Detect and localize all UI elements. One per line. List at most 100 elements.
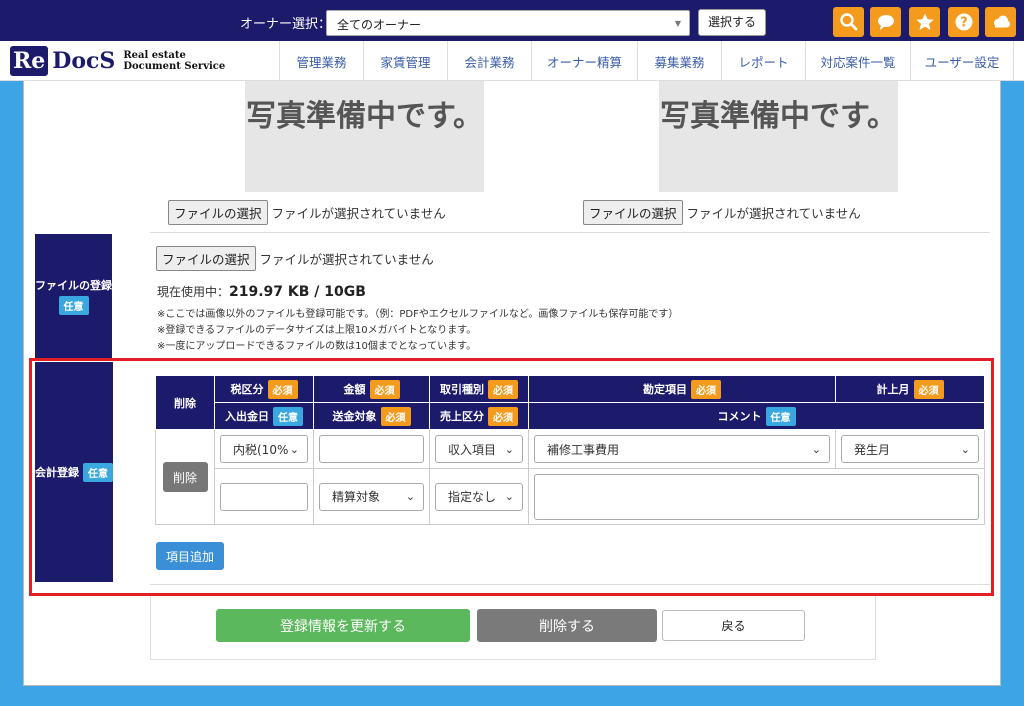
owner-select[interactable]: 全てのオーナー ▼ — [326, 10, 690, 36]
photo-placeholder-left: 写真準備中です。 — [245, 81, 484, 192]
txn-type-select-value: 収入項目 — [448, 442, 497, 457]
photo-file-input-left[interactable]: ファイルの選択 ファイルが選択されていません — [168, 200, 446, 225]
svg-text:?: ? — [960, 16, 968, 31]
nav-item-user-settings[interactable]: ユーザー設定 — [910, 41, 1014, 81]
owner-select-value: 全てのオーナー — [337, 18, 422, 32]
cloud-button[interactable] — [985, 7, 1016, 37]
target-select[interactable]: 精算対象 ⌄ — [319, 482, 424, 511]
redocs-logo[interactable]: Re DocS Real estate Document Service — [10, 45, 225, 77]
chevron-down-icon: ⌄ — [504, 490, 514, 503]
divider — [150, 584, 990, 585]
divider — [150, 358, 990, 359]
file-note-1: ※ここでは画像以外のファイルも登録可能です。（例：PDFやエクセルファイルなど。… — [157, 309, 679, 320]
optional-badge: 任意 — [58, 296, 89, 315]
divider — [150, 232, 990, 233]
logo-subtitle: Real estate Document Service — [123, 50, 225, 72]
sales-cell: 指定なし ⌄ — [429, 468, 529, 525]
update-button[interactable]: 登録情報を更新する — [216, 609, 470, 642]
delete-button[interactable]: 削除する — [477, 609, 657, 642]
nav-item-report[interactable]: レポート — [721, 41, 805, 81]
nav-item-recruitment[interactable]: 募集業務 — [637, 41, 721, 81]
file-note-3: ※一度にアップロードできるファイルの数は10個までとなっています。 — [157, 341, 477, 352]
account-select[interactable]: 補修工事費用 ⌄ — [534, 435, 830, 463]
no-file-text: ファイルが選択されていません — [259, 252, 434, 267]
txn-type-cell: 収入項目 ⌄ — [429, 429, 529, 469]
file-input[interactable]: ファイルの選択 ファイルが選択されていません — [156, 246, 434, 271]
logo-subtitle-line1: Real estate — [123, 50, 186, 61]
chevron-down-icon: ⌄ — [405, 490, 415, 503]
required-badge: 必須 — [369, 379, 400, 399]
header-date: 入出金日 任意 — [214, 402, 314, 430]
header-tax: 税区分 必須 — [214, 375, 314, 403]
logo-subtitle-line2: Document Service — [123, 61, 226, 72]
tax-select[interactable]: 内税(10% ⌄ — [220, 435, 308, 463]
target-cell: 精算対象 ⌄ — [313, 468, 430, 525]
file-section-title: ファイルの登録 — [35, 279, 112, 292]
header-target: 送金対象 必須 — [313, 402, 430, 430]
comment-cell — [528, 468, 985, 525]
tax-cell: 内税(10% ⌄ — [214, 429, 314, 469]
comment-textarea[interactable] — [534, 473, 979, 520]
file-select-button[interactable]: ファイルの選択 — [156, 246, 256, 271]
favorite-button[interactable] — [909, 7, 940, 37]
chat-bubble-icon — [877, 15, 894, 30]
header-txn-type: 取引種別 必須 — [429, 375, 529, 403]
required-badge: 必須 — [691, 379, 721, 399]
star-icon — [915, 13, 934, 30]
top-bar: オーナー選択： 全てのオーナー ▼ 選択する ? — [0, 0, 1024, 41]
amount-input[interactable] — [319, 435, 424, 463]
required-badge: 必須 — [913, 379, 944, 399]
file-select-button[interactable]: ファイルの選択 — [168, 200, 268, 225]
file-section-label: ファイルの登録 任意 — [35, 234, 112, 358]
delete-cell: 削除 — [155, 429, 215, 525]
logo-docs: DocS — [52, 48, 116, 74]
optional-badge: 任意 — [83, 462, 113, 482]
photo-placeholder-right: 写真準備中です。 — [659, 81, 898, 192]
header-month: 計上月 必須 — [835, 375, 985, 403]
month-select-value: 発生月 — [854, 442, 891, 457]
help-button[interactable]: ? — [948, 7, 979, 37]
search-icon — [839, 13, 857, 31]
sales-select[interactable]: 指定なし ⌄ — [435, 482, 523, 511]
date-input[interactable] — [220, 482, 308, 511]
amount-cell — [313, 429, 430, 469]
usage-value: 219.97 KB / 10GB — [229, 284, 366, 300]
add-item-button[interactable]: 項目追加 — [156, 542, 224, 570]
owner-select-label: オーナー選択： — [240, 17, 332, 32]
month-select[interactable]: 発生月 ⌄ — [841, 435, 979, 463]
month-cell: 発生月 ⌄ — [835, 429, 985, 469]
optional-badge: 任意 — [273, 406, 303, 426]
search-button[interactable] — [833, 7, 864, 37]
owner-select-button[interactable]: 選択する — [698, 9, 766, 36]
accounting-section-title: 会計登録 — [35, 466, 79, 479]
nav-item-owner-settlement[interactable]: オーナー精算 — [531, 41, 637, 81]
chevron-down-icon: ⌄ — [504, 442, 514, 456]
account-select-value: 補修工事費用 — [547, 442, 620, 457]
message-button[interactable] — [870, 7, 901, 37]
nav-item-rent[interactable]: 家賃管理 — [363, 41, 447, 81]
chevron-down-icon: ⌄ — [289, 442, 299, 456]
main-nav: 管理業務 家賃管理 会計業務 オーナー精算 募集業務 レポート 対応案件一覧 ユ… — [279, 41, 1014, 81]
txn-type-select[interactable]: 収入項目 ⌄ — [435, 435, 523, 463]
delete-row-button[interactable]: 削除 — [162, 462, 208, 492]
optional-badge: 任意 — [765, 406, 796, 426]
file-select-button[interactable]: ファイルの選択 — [583, 200, 683, 225]
chevron-down-icon: ⌄ — [960, 442, 970, 456]
usage-prefix: 現在使用中： — [157, 285, 230, 299]
nav-bar: Re DocS Real estate Document Service 管理業… — [0, 41, 1024, 81]
nav-item-cases[interactable]: 対応案件一覧 — [805, 41, 910, 81]
nav-item-management[interactable]: 管理業務 — [279, 41, 363, 81]
file-note-2: ※登録できるファイルのデータサイズは上限10メガバイトとなります。 — [157, 325, 477, 336]
tax-select-value: 内税(10% — [233, 442, 289, 457]
back-button[interactable]: 戻る — [662, 610, 805, 641]
account-cell: 補修工事費用 ⌄ — [528, 429, 836, 469]
photo-file-input-right[interactable]: ファイルの選択 ファイルが選択されていません — [583, 200, 861, 225]
required-badge: 必須 — [267, 379, 298, 399]
required-badge: 必須 — [488, 379, 518, 399]
header-account: 勘定項目 必須 — [528, 375, 836, 403]
storage-usage: 現在使用中：219.97 KB / 10GB — [157, 283, 366, 300]
nav-item-accounting[interactable]: 会計業務 — [447, 41, 531, 81]
date-cell — [214, 468, 314, 525]
no-file-text: ファイルが選択されていません — [686, 206, 861, 221]
sales-select-value: 指定なし — [448, 490, 497, 504]
